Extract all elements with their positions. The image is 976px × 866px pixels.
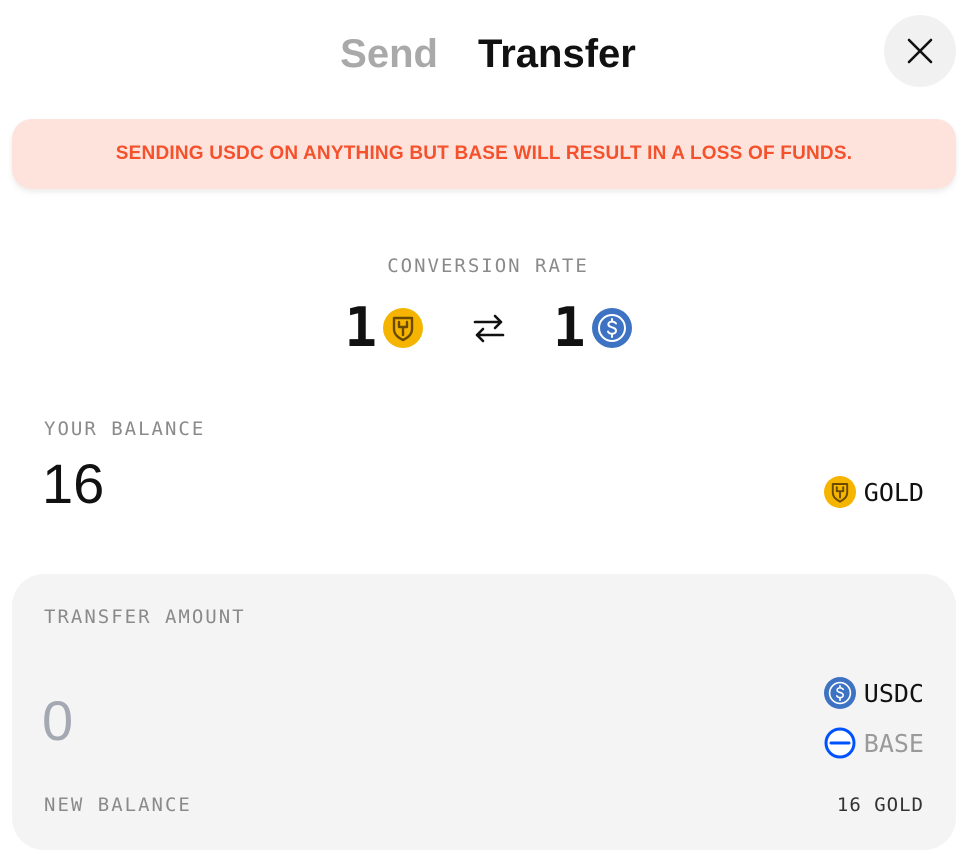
base-network-icon: [824, 727, 856, 759]
transfer-amount-input[interactable]: [42, 688, 442, 752]
tab-transfer[interactable]: Transfer: [478, 28, 636, 80]
tab-bar: Send Transfer: [0, 28, 976, 80]
token-selector[interactable]: USDC: [823, 677, 924, 709]
your-balance-value: 16: [42, 452, 105, 515]
close-icon: [907, 38, 933, 64]
transfer-token-name: USDC: [863, 678, 924, 708]
balance-token-name: GOLD: [863, 477, 924, 507]
gold-coin-icon: [383, 308, 423, 348]
warning-text: SENDING USDC ON ANYTHING BUT BASE WILL R…: [115, 143, 853, 164]
conversion-rate-row: 1 1: [0, 298, 976, 358]
balance-token: GOLD: [823, 476, 924, 508]
swap-arrows-icon: [469, 308, 509, 348]
gold-coin-icon: [823, 476, 856, 508]
network-name: BASE: [863, 728, 924, 758]
conversion-from-amount: 1: [344, 296, 377, 359]
conversion-to-amount: 1: [553, 296, 586, 359]
usdc-coin-icon: [591, 308, 632, 348]
new-balance-value: 16 GOLD: [836, 794, 924, 816]
tab-send[interactable]: Send: [340, 28, 438, 80]
warning-banner: SENDING USDC ON ANYTHING BUT BASE WILL R…: [12, 119, 956, 189]
transfer-amount-label: TRANSFER AMOUNT: [44, 606, 246, 628]
network-selector[interactable]: BASE: [824, 727, 924, 759]
your-balance-label: YOUR BALANCE: [44, 418, 206, 440]
close-button[interactable]: [884, 15, 956, 87]
usdc-coin-icon: [823, 677, 856, 709]
conversion-rate-label: CONVERSION RATE: [387, 255, 589, 277]
new-balance-label: NEW BALANCE: [44, 794, 192, 816]
